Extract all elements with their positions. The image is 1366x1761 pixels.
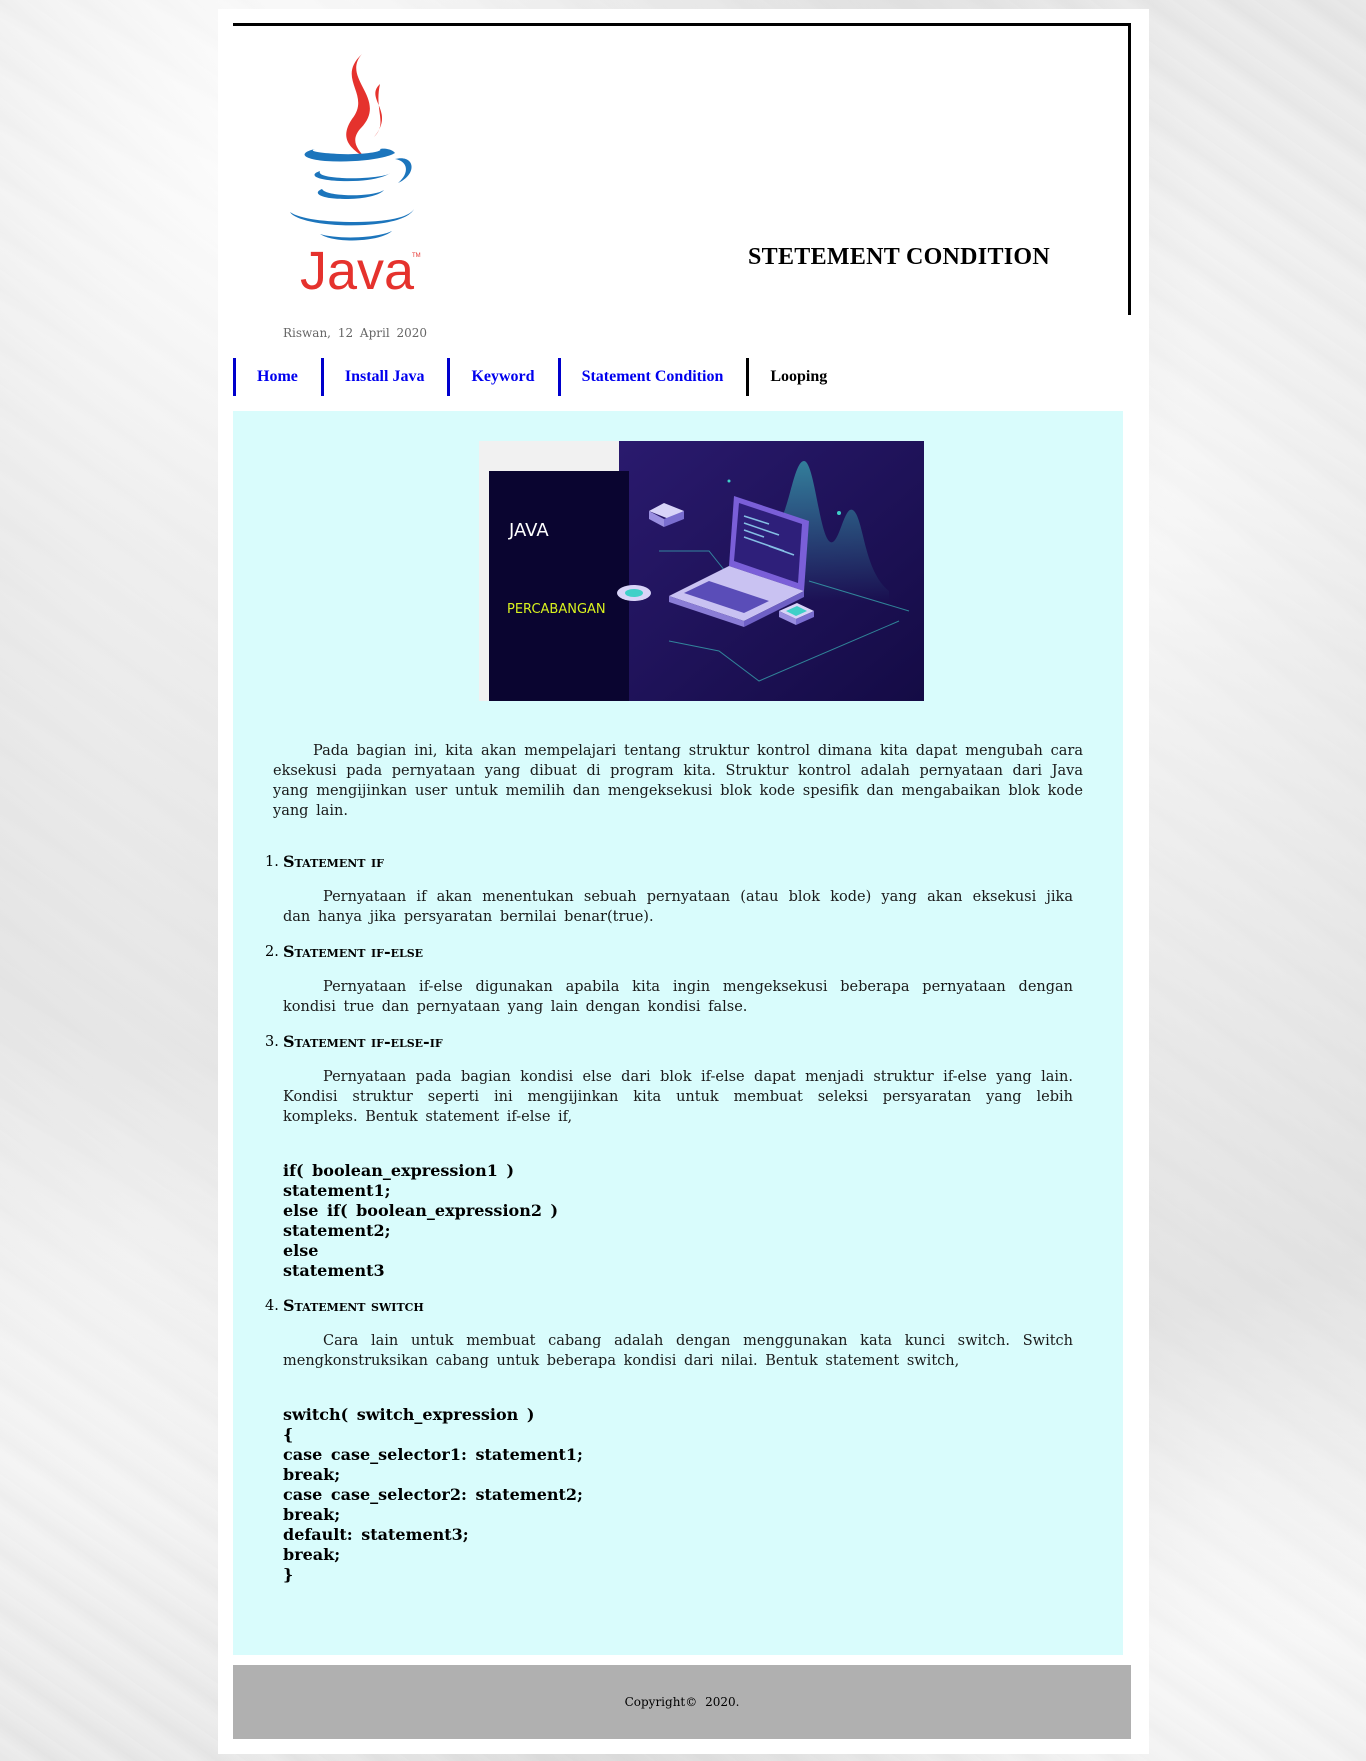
item-number: 4. <box>265 1298 279 1314</box>
copyright-text: Copyright© 2020. <box>624 1695 740 1709</box>
page-title: STETEMENT CONDITION <box>748 244 1050 270</box>
code-block-switch: switch( switch_expression ) { case case_… <box>283 1405 583 1584</box>
page-container: Java TM STETEMENT CONDITION Riswan, 12 A… <box>218 9 1149 1754</box>
nav-keyword-link[interactable]: Keyword <box>447 358 557 396</box>
footer: Copyright© 2020. <box>233 1665 1131 1739</box>
hero-image: JAVA PERCABANGAN <box>479 441 924 701</box>
item-number: 1. <box>265 854 279 870</box>
section-heading: Statement if <box>283 852 384 871</box>
byline: Riswan, 12 April 2020 <box>283 326 428 340</box>
nav-bar: Home Install Java Keyword Statement Cond… <box>233 358 850 396</box>
nav-install-java-link[interactable]: Install Java <box>320 358 448 396</box>
section-heading: Statement if-else-if <box>283 1032 443 1051</box>
statement-list: 1. Statement if Pernyataan if akan menen… <box>258 851 1073 1585</box>
list-item: 1. Statement if Pernyataan if akan menen… <box>258 851 1073 927</box>
section-heading: Statement switch <box>283 1296 424 1315</box>
svg-text:TM: TM <box>412 253 421 259</box>
list-item: 2. Statement if-else Pernyataan if-else … <box>258 941 1073 1017</box>
java-logo: Java TM <box>290 54 421 299</box>
nav-home-link[interactable]: Home <box>233 358 321 396</box>
intro-paragraph: Pada bagian ini, kita akan mempelajari t… <box>273 743 1083 819</box>
main-content: JAVA PERCABANGAN Pada bagian ini, kita a… <box>233 411 1123 1655</box>
svg-text:Java: Java <box>300 241 415 299</box>
section-description: Cara lain untuk membuat cabang adalah de… <box>283 1333 1073 1369</box>
list-item: 3. Statement if-else-if Pernyataan pada … <box>258 1031 1073 1281</box>
section-heading: Statement if-else <box>283 942 424 961</box>
section-description: Pernyataan if akan menentukan sebuah per… <box>283 889 1073 925</box>
nav-looping-link[interactable]: Looping <box>746 358 850 396</box>
item-number: 2. <box>265 944 279 960</box>
section-description: Pernyataan if-else digunakan apabila kit… <box>283 979 1073 1015</box>
svg-text:JAVA: JAVA <box>508 520 549 541</box>
section-description: Pernyataan pada bagian kondisi else dari… <box>283 1069 1073 1125</box>
header: Java TM STETEMENT CONDITION <box>233 23 1131 315</box>
list-item: 4. Statement switch Cara lain untuk memb… <box>258 1295 1073 1585</box>
code-block-if-else-if: if( boolean_expression1 ) statement1; el… <box>283 1161 559 1280</box>
nav-statement-condition-link[interactable]: Statement Condition <box>557 358 747 396</box>
svg-text:PERCABANGAN: PERCABANGAN <box>507 602 606 617</box>
item-number: 3. <box>265 1034 279 1050</box>
